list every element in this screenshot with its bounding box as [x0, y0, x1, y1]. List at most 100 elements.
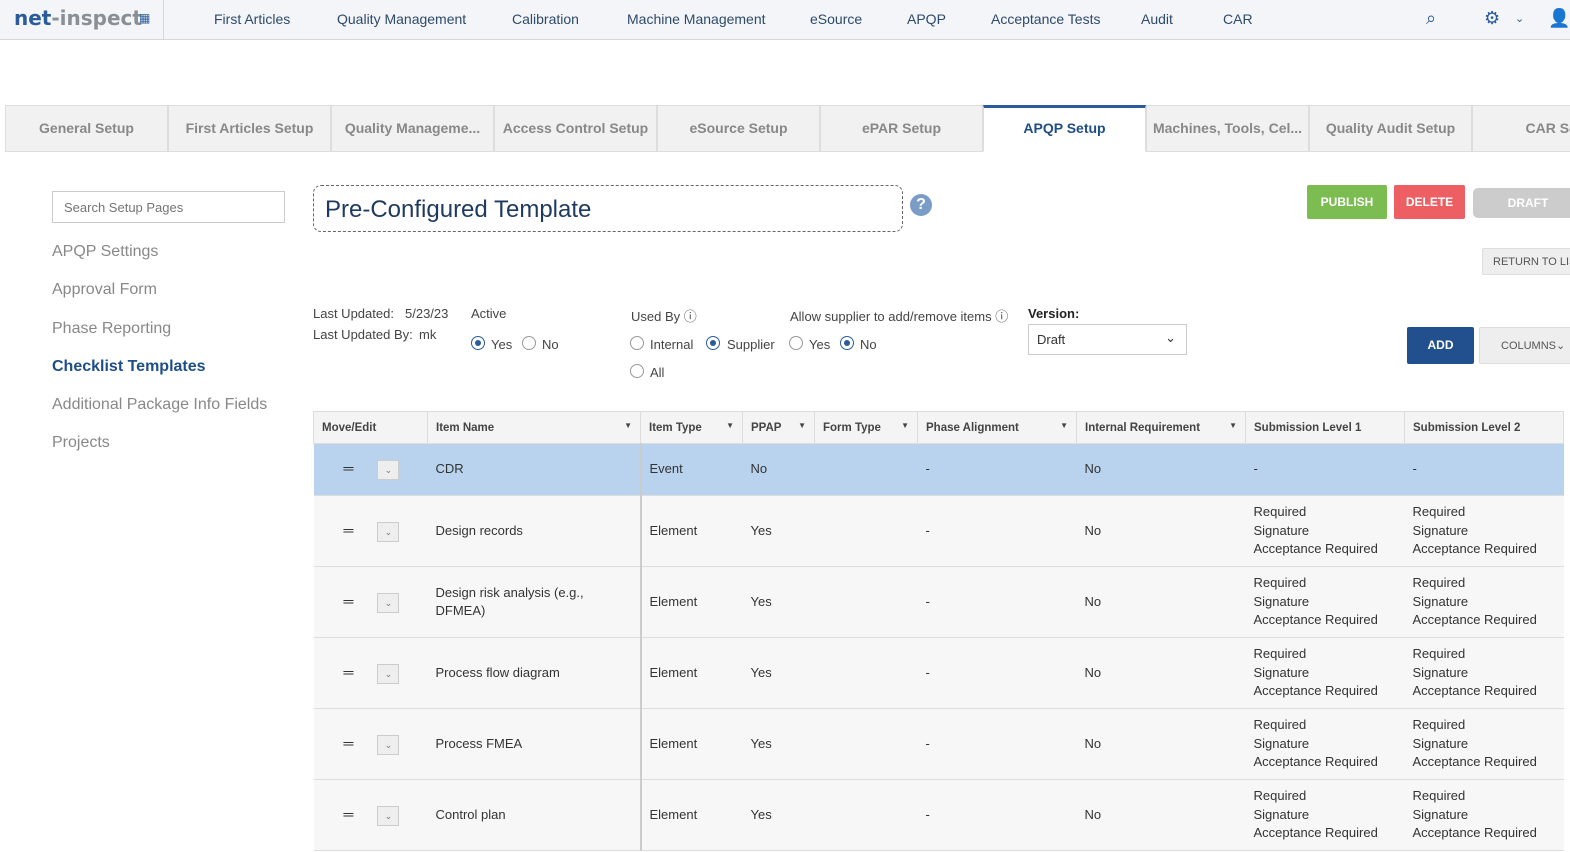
checklist-table: Move/Edit Item Name ▼ Item Type ▼ PPAP ▼ Form T… [313, 411, 1564, 851]
filter-icon[interactable]: ▼ [624, 421, 632, 430]
used-by-all-radio[interactable] [630, 364, 644, 378]
column-header[interactable]: Submission Level 2 [1404, 411, 1564, 444]
row-dropdown-button[interactable]: ⌄ [377, 460, 400, 480]
tab[interactable]: eSource Setup [657, 105, 820, 152]
submission-level-1: Required Signature Acceptance Required [1245, 637, 1405, 709]
nav-item[interactable]: Calibration [512, 11, 579, 27]
help-icon[interactable]: ? [910, 194, 932, 216]
draft-button[interactable]: DRAFT [1473, 188, 1570, 218]
used-by-internal-radio[interactable] [630, 336, 644, 350]
column-header[interactable]: Phase Alignment ▼ [917, 411, 1077, 444]
item-type: Element [640, 637, 743, 709]
sidebar-item[interactable]: Projects [52, 434, 110, 452]
row-dropdown-button[interactable]: ⌄ [377, 805, 400, 826]
template-title[interactable]: Pre-Configured Template [313, 185, 903, 232]
move-edit-cell: ═ ⌄ [313, 566, 428, 638]
sidebar-item[interactable]: Approval Form [52, 281, 157, 299]
drag-handle-icon[interactable]: ═ [322, 806, 354, 822]
submission-level-2: Required Signature Acceptance Required [1404, 495, 1564, 567]
sidebar-item[interactable]: APQP Settings [52, 243, 158, 261]
column-header[interactable]: Form Type ▼ [814, 411, 918, 444]
drag-handle-icon[interactable]: ═ [322, 460, 354, 476]
apps-grid-icon[interactable]: ▦ [139, 11, 150, 25]
allow-no-radio[interactable] [840, 336, 854, 350]
logo[interactable]: net-inspect [14, 6, 142, 30]
row-dropdown-button[interactable]: ⌄ [377, 663, 400, 684]
help-icon[interactable]: ⓘ [995, 309, 1008, 324]
column-header[interactable]: Item Name ▼ [427, 411, 641, 444]
allow-yes-radio[interactable] [789, 336, 803, 350]
filter-icon[interactable]: ▼ [1060, 421, 1068, 430]
search-setup-input[interactable] [52, 191, 285, 223]
nav-item[interactable]: Machine Management [627, 11, 766, 27]
tab[interactable]: General Setup [5, 105, 168, 152]
submission-level-2: Required Signature Acceptance Required [1404, 779, 1564, 851]
table-row[interactable]: ═ ⌄ CDR Event No - No - - [313, 443, 1564, 496]
sidebar-item[interactable]: Phase Reporting [52, 320, 171, 338]
tab[interactable]: Quality Manageme... [331, 105, 494, 152]
item-name: Design risk analysis (e.g., DFMEA) [427, 566, 642, 638]
phase-alignment: - [917, 708, 1077, 780]
publish-button[interactable]: PUBLISH [1307, 185, 1387, 219]
chevron-down-icon[interactable]: ⌄ [1515, 12, 1524, 25]
tab[interactable]: CAR Set [1472, 105, 1570, 152]
table-row[interactable]: ═ ⌄ Process flow diagram Element Yes - No… [313, 637, 1564, 709]
nav-item[interactable]: eSource [810, 11, 862, 27]
table-row[interactable]: ═ ⌄ Process FMEA Element Yes - No Require… [313, 708, 1564, 780]
ppap: Yes [742, 566, 815, 638]
tab[interactable]: APQP Setup [983, 105, 1146, 152]
submission-level-2: Required Signature Acceptance Required [1404, 637, 1564, 709]
sidebar-item[interactable]: Checklist Templates [52, 358, 206, 376]
columns-button[interactable]: COLUMNS⌄ [1479, 327, 1570, 364]
item-name: Process FMEA [427, 708, 642, 780]
gear-icon[interactable]: ⚙ [1484, 8, 1500, 29]
row-dropdown-button[interactable]: ⌄ [377, 592, 400, 613]
nav-item[interactable]: CAR [1223, 11, 1253, 27]
column-header[interactable]: PPAP ▼ [742, 411, 815, 444]
nav-item[interactable]: Quality Management [337, 11, 466, 27]
active-no-radio[interactable] [522, 336, 536, 350]
search-icon[interactable]: ⌕ [1426, 8, 1436, 29]
drag-handle-icon[interactable]: ═ [322, 664, 354, 680]
filter-icon[interactable]: ▼ [901, 421, 909, 430]
tab[interactable]: First Articles Setup [168, 105, 331, 152]
submission-level-1: Required Signature Acceptance Required [1245, 708, 1405, 780]
column-header[interactable]: Submission Level 1 [1245, 411, 1405, 444]
tab[interactable]: Access Control Setup [494, 105, 657, 152]
version-select[interactable]: Draft ⌄ [1028, 324, 1187, 355]
user-icon[interactable]: 👤 [1548, 8, 1570, 29]
filter-icon[interactable]: ▼ [1229, 421, 1237, 430]
column-header[interactable]: Move/Edit [313, 411, 428, 444]
help-icon[interactable]: ⓘ [684, 309, 697, 324]
radio-label: Yes [809, 337, 831, 352]
nav-item[interactable]: Audit [1141, 11, 1173, 27]
filter-icon[interactable]: ▼ [798, 421, 806, 430]
delete-button[interactable]: DELETE [1394, 185, 1465, 219]
nav-item[interactable]: APQP [907, 11, 946, 27]
filter-icon[interactable]: ▼ [726, 421, 734, 430]
used-by-supplier-radio[interactable] [706, 336, 720, 350]
active-yes-radio[interactable] [471, 336, 485, 350]
phase-alignment: - [917, 443, 1077, 496]
nav-item[interactable]: First Articles [214, 11, 290, 27]
tab[interactable]: ePAR Setup [820, 105, 983, 152]
add-button[interactable]: ADD [1407, 327, 1474, 364]
tab[interactable]: Quality Audit Setup [1309, 105, 1472, 152]
phase-alignment: - [917, 637, 1077, 709]
submission-level-1: Required Signature Acceptance Required [1245, 566, 1405, 638]
table-row[interactable]: ═ ⌄ Control plan Element Yes - No Require… [313, 779, 1564, 851]
row-dropdown-button[interactable]: ⌄ [377, 734, 400, 755]
tab[interactable]: Machines, Tools, Cel... [1146, 105, 1309, 152]
column-header[interactable]: Item Type ▼ [640, 411, 743, 444]
table-row[interactable]: ═ ⌄ Design records Element Yes - No Requi… [313, 495, 1564, 567]
sidebar-item[interactable]: Additional Package Info Fields [52, 396, 267, 414]
row-dropdown-button[interactable]: ⌄ [377, 521, 400, 542]
column-header[interactable]: Internal Requirement ▼ [1076, 411, 1246, 444]
return-to-list-button[interactable]: RETURN TO LIS [1482, 248, 1570, 275]
drag-handle-icon[interactable]: ═ [322, 593, 354, 609]
nav-item[interactable]: Acceptance Tests [991, 11, 1100, 27]
table-row[interactable]: ═ ⌄ Design risk analysis (e.g., DFMEA) El… [313, 566, 1564, 638]
drag-handle-icon[interactable]: ═ [322, 522, 354, 538]
drag-handle-icon[interactable]: ═ [322, 735, 354, 751]
radio-label: Supplier [727, 337, 775, 352]
